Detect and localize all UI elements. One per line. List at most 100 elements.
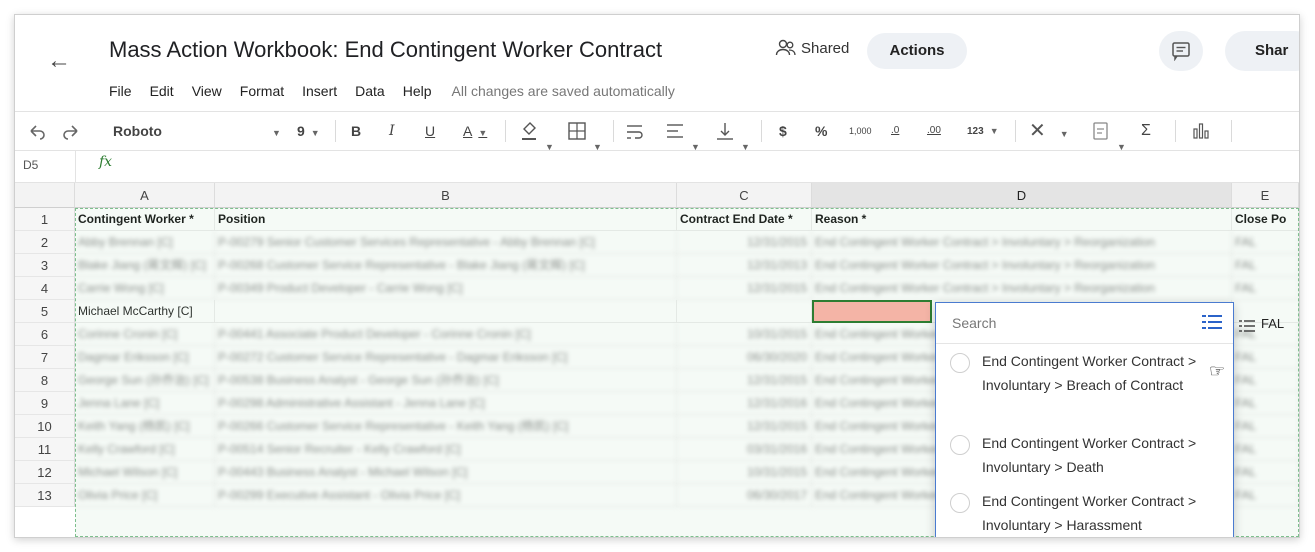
cell-e9[interactable]: FAL xyxy=(1232,392,1299,415)
dropdown-option[interactable]: End Contingent Worker Contract > Involun… xyxy=(950,489,1226,537)
cell-a1[interactable]: Contingent Worker * xyxy=(75,208,215,231)
cell-b1[interactable]: Position xyxy=(215,208,677,231)
row-header-1[interactable]: 1 xyxy=(15,208,75,231)
cell-c9[interactable]: 12/31/2016 xyxy=(677,392,812,415)
italic-button[interactable]: I xyxy=(389,112,395,150)
cell-e2[interactable]: FAL xyxy=(1232,231,1299,254)
list-icon[interactable] xyxy=(1239,319,1255,338)
font-size-select[interactable]: 9 ▼ xyxy=(297,112,320,150)
cell-b3[interactable]: P-00268 Customer Service Representative … xyxy=(215,254,677,277)
comment-button[interactable] xyxy=(1159,31,1203,71)
bold-button[interactable]: B xyxy=(351,112,361,150)
number-format-select[interactable]: 123 ▼ xyxy=(967,112,999,150)
row-header-4[interactable]: 4 xyxy=(15,277,75,300)
row-header-10[interactable]: 10 xyxy=(15,415,75,438)
cell-a2[interactable]: Abby Brennan [C] xyxy=(75,231,215,254)
cell-b4[interactable]: P-00349 Product Developer - Carrie Wong … xyxy=(215,277,677,300)
cell-c4[interactable]: 12/31/2015 xyxy=(677,277,812,300)
cell-e13[interactable]: FAL xyxy=(1232,484,1299,507)
underline-button[interactable]: U xyxy=(425,112,435,150)
thousands-format-button[interactable]: 1,000 xyxy=(849,112,872,150)
cell-b7[interactable]: P-00272 Customer Service Representative … xyxy=(215,346,677,369)
select-all-corner[interactable] xyxy=(15,183,75,208)
cell-b13[interactable]: P-00299 Executive Assistant - Olivia Pri… xyxy=(215,484,677,507)
cell-c8[interactable]: 12/31/2015 xyxy=(677,369,812,392)
cell-a12[interactable]: Michael Wilson [C] xyxy=(75,461,215,484)
row-header-9[interactable]: 9 xyxy=(15,392,75,415)
text-color-button[interactable]: A ▼ xyxy=(463,112,487,150)
cell-d2[interactable]: End Contingent Worker Contract > Involun… xyxy=(812,231,1232,254)
row-header-12[interactable]: 12 xyxy=(15,461,75,484)
menu-file[interactable]: File xyxy=(109,83,132,99)
cell-a4[interactable]: Carrie Wong [C] xyxy=(75,277,215,300)
wrap-text-icon[interactable] xyxy=(625,112,645,150)
horizontal-align-icon[interactable]: ▼ xyxy=(665,112,700,152)
dropdown-option[interactable]: End Contingent Worker Contract > Involun… xyxy=(950,431,1226,479)
active-cell-d5[interactable] xyxy=(812,300,932,323)
column-header-b[interactable]: B xyxy=(215,183,677,208)
decrease-decimal-button[interactable]: .0 xyxy=(891,112,899,150)
cell-b6[interactable]: P-00441 Associate Product Developer - Co… xyxy=(215,323,677,346)
cell-b9[interactable]: P-00298 Administrative Assistant - Jenna… xyxy=(215,392,677,415)
menu-help[interactable]: Help xyxy=(403,83,432,99)
cell-b10[interactable]: P-00266 Customer Service Representative … xyxy=(215,415,677,438)
cell-c13[interactable]: 06/30/2017 xyxy=(677,484,812,507)
column-header-d[interactable]: D xyxy=(812,183,1232,208)
cell-d3[interactable]: End Contingent Worker Contract > Involun… xyxy=(812,254,1232,277)
cell-d4[interactable]: End Contingent Worker Contract > Involun… xyxy=(812,277,1232,300)
cell-e1[interactable]: Close Po xyxy=(1232,208,1299,231)
cell-c7[interactable]: 06/30/2020 xyxy=(677,346,812,369)
cell-b8[interactable]: P-00538 Business Analyst - George Sun (孙… xyxy=(215,369,677,392)
cell-e7[interactable]: FAL xyxy=(1232,346,1299,369)
row-header-13[interactable]: 13 xyxy=(15,484,75,507)
borders-icon[interactable]: ▼ xyxy=(567,112,602,152)
dropdown-option[interactable]: End Contingent Worker Contract > Involun… xyxy=(950,349,1226,397)
row-header-11[interactable]: 11 xyxy=(15,438,75,461)
formula-input[interactable] xyxy=(135,154,1295,178)
cell-a10[interactable]: Keith Yang (杨凯) [C] xyxy=(75,415,215,438)
cell-e10[interactable]: FAL xyxy=(1232,415,1299,438)
row-header-2[interactable]: 2 xyxy=(15,231,75,254)
undo-icon[interactable] xyxy=(27,112,47,150)
cell-c2[interactable]: 12/31/2015 xyxy=(677,231,812,254)
cell-a5[interactable]: Michael McCarthy [C] xyxy=(75,300,215,323)
row-header-3[interactable]: 3 xyxy=(15,254,75,277)
cell-b11[interactable]: P-00514 Senior Recruiter - Kelly Crawfor… xyxy=(215,438,677,461)
cell-a7[interactable]: Dagmar Eriksson [C] xyxy=(75,346,215,369)
cell-a3[interactable]: Blake Jiang (蒋文辉) [C] xyxy=(75,254,215,277)
row-header-8[interactable]: 8 xyxy=(15,369,75,392)
cell-a9[interactable]: Jenna Lane [C] xyxy=(75,392,215,415)
back-arrow-icon[interactable]: ← xyxy=(45,47,73,75)
currency-button[interactable]: $ xyxy=(779,112,787,150)
sum-button[interactable]: Σ xyxy=(1141,112,1151,150)
row-header-6[interactable]: 6 xyxy=(15,323,75,346)
menu-view[interactable]: View xyxy=(192,83,222,99)
filter-icon[interactable]: ▼ xyxy=(1091,112,1126,152)
cell-a8[interactable]: George Sun (孙乔治) [C] xyxy=(75,369,215,392)
cell-e3[interactable]: FAL xyxy=(1232,254,1299,277)
cell-a13[interactable]: Olivia Price [C] xyxy=(75,484,215,507)
cell-e4[interactable]: FAL xyxy=(1232,277,1299,300)
fill-color-icon[interactable]: ▼ xyxy=(519,112,554,152)
cell-c3[interactable]: 12/31/2013 xyxy=(677,254,812,277)
font-family-select[interactable]: Roboto ▼ xyxy=(113,112,281,150)
clear-icon[interactable]: ✕ ▼ xyxy=(1029,112,1069,150)
dropdown-search[interactable]: Search xyxy=(936,303,1233,344)
menu-data[interactable]: Data xyxy=(355,83,385,99)
cell-e8[interactable]: FAL xyxy=(1232,369,1299,392)
cell-b5[interactable] xyxy=(215,300,677,323)
share-button[interactable]: Shar xyxy=(1225,31,1299,71)
menu-insert[interactable]: Insert xyxy=(302,83,337,99)
cell-c1[interactable]: Contract End Date * xyxy=(677,208,812,231)
cell-a6[interactable]: Corinne Cronin [C] xyxy=(75,323,215,346)
cell-b12[interactable]: P-00443 Business Analyst - Michael Wilso… xyxy=(215,461,677,484)
menu-edit[interactable]: Edit xyxy=(150,83,174,99)
radio-icon[interactable] xyxy=(950,435,970,455)
redo-icon[interactable] xyxy=(61,112,81,150)
radio-icon[interactable] xyxy=(950,353,970,373)
shared-indicator[interactable]: Shared xyxy=(775,39,849,57)
column-header-e[interactable]: E xyxy=(1232,183,1299,208)
column-header-a[interactable]: A xyxy=(75,183,215,208)
percent-button[interactable]: % xyxy=(815,112,827,150)
cell-e12[interactable]: FAL xyxy=(1232,461,1299,484)
